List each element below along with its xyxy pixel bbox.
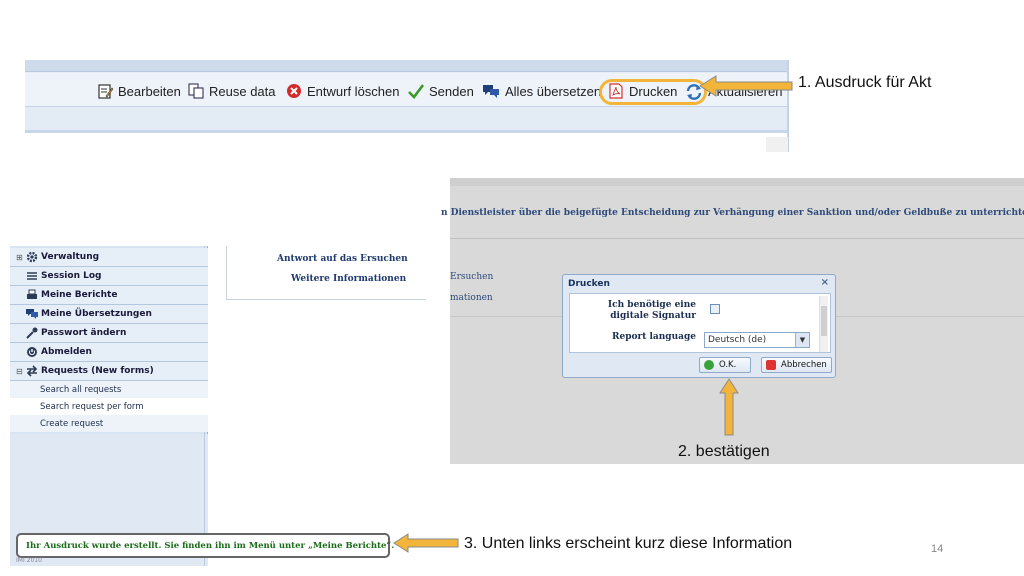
translate-all-button-label: Alles übersetzen [505, 83, 602, 99]
sidebar-item-label: Passwort ändern [41, 328, 127, 338]
report-language-value: Deutsch (de) [708, 335, 767, 345]
print-highlight-ring [599, 79, 707, 105]
sidebar-item-meine-uebersetzungen[interactable]: Meine Übersetzungen [10, 305, 208, 324]
digital-signature-checkbox[interactable] [710, 304, 720, 314]
checkmark-icon [408, 83, 425, 99]
footer-year: IMI 2010 [16, 557, 42, 564]
sidebar-subitem-search-all[interactable]: Search all requests [10, 381, 208, 398]
content-panel: Antwort auf das Ersuchen Weitere Informa… [226, 246, 426, 300]
power-icon [26, 346, 38, 358]
link-antwort[interactable]: Antwort auf das Ersuchen [277, 254, 408, 264]
gear-icon [26, 251, 38, 263]
sidebar-item-passwort-aendern[interactable]: Passwort ändern [10, 324, 208, 343]
dialog-title: Drucken [568, 279, 610, 289]
collapse-icon[interactable]: ⊟ [16, 367, 24, 376]
signature-label-line1: Ich benötige eine [607, 300, 696, 310]
edit-button-label: Bearbeiten [118, 83, 181, 99]
arrow-to-info-message [393, 533, 459, 553]
page-heading: n Dienstleister über die beigefügte Ents… [441, 208, 1024, 218]
close-icon[interactable]: × [821, 277, 829, 288]
page-top-band [450, 178, 1024, 186]
toolbar-screenshot: Bearbeiten Reuse data Entwurf löschen Se… [25, 60, 789, 152]
toolbar-spacer [25, 133, 787, 152]
sidebar-item-label: Session Log [41, 271, 102, 281]
dialog-body: Ich benötige eine digitale Signatur Repo… [569, 293, 831, 353]
annotation-step1: 1. Ausdruck für Akt [798, 74, 932, 91]
delete-icon [286, 83, 302, 99]
sidebar-item-label: Meine Übersetzungen [41, 309, 152, 319]
info-message: Ihr Ausdruck wurde erstellt. Sie finden … [16, 533, 394, 558]
link-informationen[interactable]: mationen [450, 293, 493, 303]
page-number: 14 [931, 543, 944, 555]
sidebar-item-label: Abmelden [41, 347, 92, 357]
sidebar-menu: ⊞ Verwaltung Session Log Meine Berichte … [10, 248, 208, 432]
arrow-to-print-icon [699, 75, 793, 97]
translate-all-button[interactable]: Alles übersetzen [482, 82, 601, 100]
menu-screenshot: ⊞ Verwaltung Session Log Meine Berichte … [10, 246, 426, 566]
printer-icon [26, 289, 38, 301]
sidebar-item-label: Meine Berichte [41, 290, 118, 300]
sidebar-item-label: Verwaltung [41, 252, 100, 262]
sidebar-item-verwaltung[interactable]: ⊞ Verwaltung [10, 248, 208, 267]
sidebar-item-label: Requests (New forms) [41, 366, 154, 376]
signature-label: Ich benötige eine digitale Signatur [600, 300, 696, 322]
sidebar-subitem-search-per-form[interactable]: Search request per form [10, 398, 208, 415]
cancel-button-label: Abbrechen [781, 360, 827, 370]
key-icon [26, 327, 38, 339]
report-language-select[interactable]: Deutsch (de) ▼ [704, 332, 810, 348]
chevron-down-icon[interactable]: ▼ [795, 333, 809, 347]
sidebar-subitem-create-request[interactable]: Create request [10, 415, 208, 432]
heading-divider [450, 238, 1024, 239]
exchange-icon [26, 365, 38, 377]
ok-button[interactable]: O.K. [699, 357, 752, 373]
send-button-label: Senden [429, 83, 474, 99]
dialog-scrollbar[interactable] [819, 296, 828, 352]
sidebar-item-meine-berichte[interactable]: Meine Berichte [10, 286, 208, 305]
reuse-data-button-label: Reuse data [209, 83, 276, 99]
link-ersuchen[interactable]: Ersuchen [450, 272, 493, 282]
ok-icon [704, 360, 714, 370]
toolbar-lower-band [25, 108, 787, 130]
expand-icon[interactable]: ⊞ [16, 253, 24, 262]
annotation-step3: 3. Unten links erscheint kurz diese Info… [464, 535, 793, 552]
translate-icon [482, 83, 500, 99]
toolbar-corner-block [766, 137, 788, 152]
delete-draft-button-label: Entwurf löschen [307, 83, 400, 99]
edit-icon [97, 83, 114, 99]
edit-button[interactable]: Bearbeiten [97, 82, 181, 100]
toolbar-top-band [25, 60, 787, 72]
language-label: Report language [611, 332, 696, 342]
sidebar-item-abmelden[interactable]: Abmelden [10, 343, 208, 362]
sidebar: ⊞ Verwaltung Session Log Meine Berichte … [10, 246, 208, 566]
delete-draft-button[interactable]: Entwurf löschen [286, 82, 400, 100]
list-icon [26, 270, 38, 282]
sidebar-item-session-log[interactable]: Session Log [10, 267, 208, 286]
arrow-to-ok-button [719, 378, 739, 436]
cancel-icon [766, 360, 776, 370]
send-button[interactable]: Senden [408, 82, 474, 100]
sidebar-item-requests[interactable]: ⊟ Requests (New forms) [10, 362, 208, 381]
ok-button-label: O.K. [719, 360, 737, 370]
signature-label-line2: digitale Signatur [610, 311, 696, 321]
chat-icon [26, 308, 38, 320]
link-weitere-informationen[interactable]: Weitere Informationen [291, 274, 406, 284]
copy-icon [188, 83, 204, 99]
reuse-data-button[interactable]: Reuse data [188, 82, 276, 100]
print-dialog: Drucken × Ich benötige eine digitale Sig… [562, 274, 836, 378]
cancel-button[interactable]: Abbrechen [761, 357, 832, 373]
annotation-step2: 2. bestätigen [678, 443, 770, 460]
